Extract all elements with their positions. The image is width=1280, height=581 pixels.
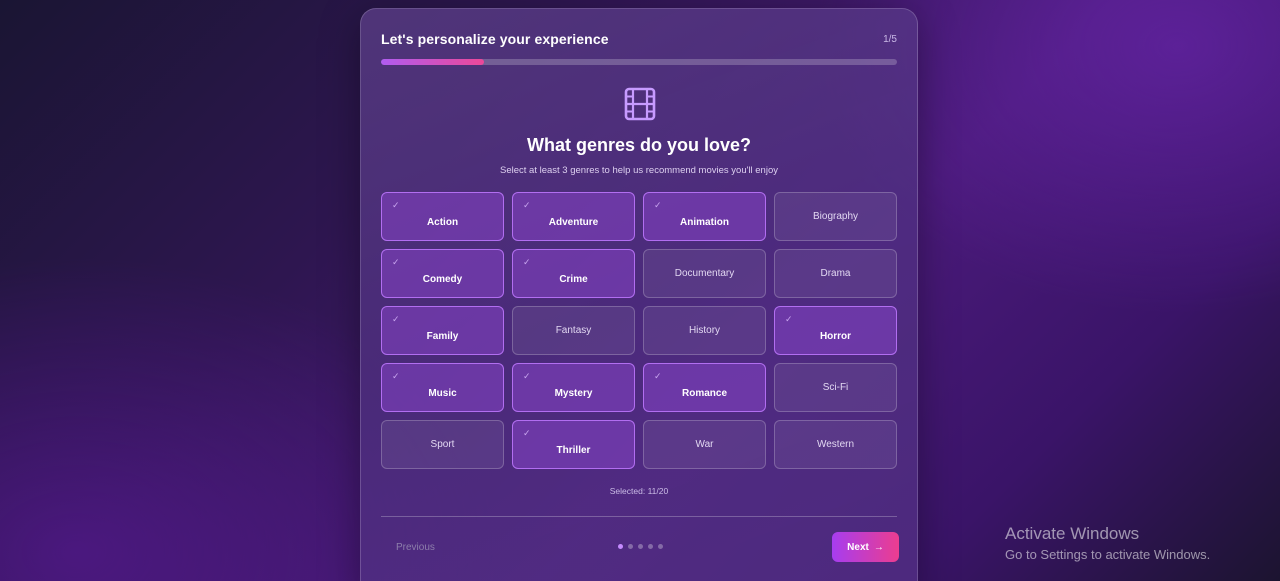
genre-option-sci-fi[interactable]: ✓Sci-Fi — [774, 363, 897, 412]
genre-option-adventure[interactable]: ✓ Adventure — [512, 192, 635, 241]
step-dots — [618, 544, 663, 549]
step-dot — [618, 544, 623, 549]
genre-label: Action — [426, 217, 459, 228]
genre-label: Drama — [820, 268, 851, 279]
question-title: What genres do you love? — [526, 135, 752, 155]
check-icon: ✓ — [392, 257, 400, 267]
progress-bar-fill — [381, 59, 485, 65]
genre-label: Family — [426, 331, 459, 342]
genre-option-war[interactable]: ✓War — [643, 420, 766, 469]
check-icon: ✓ — [523, 371, 531, 381]
check-icon: ✓ — [392, 314, 400, 324]
genre-label: Music — [428, 388, 457, 399]
genre-label: History — [688, 325, 721, 336]
genre-label: Documentary — [674, 268, 735, 279]
step-dot — [658, 544, 663, 549]
genre-label: Thriller — [556, 445, 591, 456]
question-subtitle: Select at least 3 genres to help us reco… — [500, 165, 778, 176]
check-icon: ✓ — [392, 200, 400, 210]
genre-label: Horror — [819, 331, 852, 342]
genre-option-documentary[interactable]: ✓Documentary — [643, 249, 766, 298]
genre-option-history[interactable]: ✓History — [643, 306, 766, 355]
step-dot — [628, 544, 633, 549]
check-icon: ✓ — [392, 371, 400, 381]
genre-option-thriller[interactable]: ✓ Thriller — [512, 420, 635, 469]
genre-option-family[interactable]: ✓ Family — [381, 306, 504, 355]
genre-label: Romance — [681, 388, 727, 399]
check-icon: ✓ — [523, 257, 531, 267]
watermark-subtitle: Go to Settings to activate Windows. — [1005, 547, 1211, 562]
genre-label: Sport — [430, 439, 455, 450]
watermark-title: Activate Windows — [1005, 524, 1140, 543]
genre-label: War — [695, 439, 714, 450]
genre-label: Fantasy — [555, 325, 592, 336]
onboarding-card: Let's personalize your experience 1/5 Wh… — [360, 8, 918, 581]
progress-bar — [381, 59, 897, 65]
check-icon: ✓ — [523, 428, 531, 438]
genre-option-action[interactable]: ✓ Action — [381, 192, 504, 241]
genre-option-music[interactable]: ✓ Music — [381, 363, 504, 412]
genre-label: Mystery — [554, 388, 593, 399]
genre-label: Biography — [812, 211, 859, 222]
step-dot — [648, 544, 653, 549]
check-icon: ✓ — [785, 314, 793, 324]
windows-activation-watermark: Activate Windows Go to Settings to activ… — [1005, 524, 1210, 564]
genre-label: Comedy — [422, 274, 463, 285]
genre-option-horror[interactable]: ✓ Horror — [774, 306, 897, 355]
genre-option-mystery[interactable]: ✓ Mystery — [512, 363, 635, 412]
genre-option-drama[interactable]: ✓Drama — [774, 249, 897, 298]
genre-label: Sci-Fi — [822, 382, 849, 393]
genre-label: Western — [816, 439, 855, 450]
genre-option-fantasy[interactable]: ✓Fantasy — [512, 306, 635, 355]
genre-grid: ✓Action✓Adventure✓Animation✓Biography✓Co… — [381, 192, 899, 469]
next-button-label: Next — [847, 541, 869, 553]
genre-option-western[interactable]: ✓Western — [774, 420, 897, 469]
genre-label: Animation — [680, 217, 729, 228]
header-title: Let's personalize your experience — [381, 31, 609, 47]
genre-option-animation[interactable]: ✓ Animation — [643, 192, 766, 241]
footer-divider — [381, 516, 897, 517]
next-button[interactable]: Next → — [832, 532, 899, 562]
card-header: Let's personalize your experience 1/5 — [381, 31, 897, 51]
genre-option-crime[interactable]: ✓ Crime — [512, 249, 635, 298]
genre-option-comedy[interactable]: ✓ Comedy — [381, 249, 504, 298]
genre-option-romance[interactable]: ✓ Romance — [643, 363, 766, 412]
check-icon: ✓ — [523, 200, 531, 210]
check-icon: ✓ — [654, 200, 662, 210]
check-icon: ✓ — [654, 371, 662, 381]
previous-button[interactable]: Previous — [396, 542, 435, 553]
film-icon — [624, 87, 656, 121]
arrow-right-icon: → — [873, 541, 884, 553]
step-counter: 1/5 — [883, 34, 897, 45]
selected-count: Selected: 11/20 — [609, 486, 669, 496]
genre-label: Adventure — [548, 217, 599, 228]
genre-label: Crime — [559, 274, 588, 285]
genre-option-sport[interactable]: ✓Sport — [381, 420, 504, 469]
step-dot — [638, 544, 643, 549]
genre-option-biography[interactable]: ✓Biography — [774, 192, 897, 241]
